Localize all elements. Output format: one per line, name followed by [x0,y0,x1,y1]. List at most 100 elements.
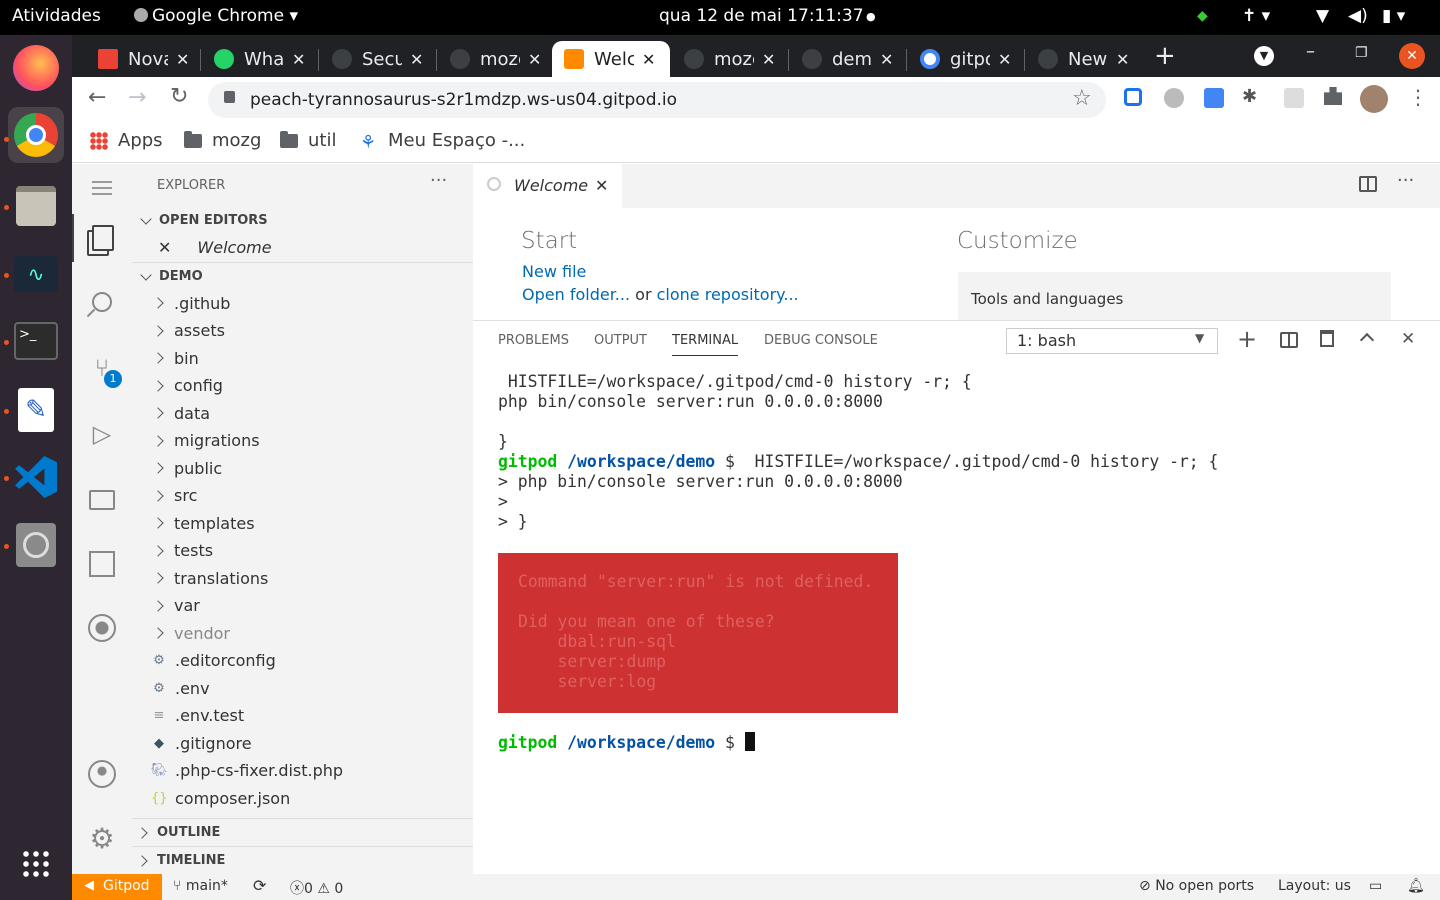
close-window-icon[interactable]: ✕ [1399,43,1425,69]
file-item[interactable]: {} composer.json [132,785,473,812]
menu-icon[interactable] [72,164,132,212]
folder-item[interactable]: data [132,400,473,427]
close-tab-icon[interactable]: ✕ [880,50,893,69]
browser-tab[interactable]: mozg✕ [438,41,554,77]
close-tab-icon[interactable]: ✕ [762,50,775,69]
system-monitor-icon[interactable]: ∿ [8,246,64,302]
github-icon[interactable] [72,604,132,652]
close-tab-icon[interactable]: ✕ [1116,50,1129,69]
terminal-select[interactable]: 1: bash ▼ [1006,328,1218,354]
disc-icon[interactable] [8,517,64,573]
vscode-icon[interactable] [8,449,64,505]
browser-tab[interactable]: mozg✕ [672,41,788,77]
settings-gear-icon[interactable]: ⚙ [72,814,132,862]
open-editor-item[interactable]: ✕ Welcome [132,234,473,261]
demo-folder-header[interactable]: DEMO [132,263,473,290]
bug-icon[interactable]: ✱ [1242,86,1257,107]
maximize-panel-icon[interactable] [1359,332,1375,348]
folder-item[interactable]: templates [132,510,473,537]
bell-icon[interactable]: 🔔︎ [1407,878,1425,894]
gitpod-status-button[interactable]: ◀ Gitpod [72,874,162,900]
text-editor-icon[interactable]: ✎ [8,382,64,438]
file-item[interactable]: ⚙ .editorconfig [132,647,473,674]
browser-tab[interactable]: gitpod✕ [908,41,1024,77]
sync-icon[interactable]: ⟳ [253,876,266,895]
firefox-icon[interactable] [8,40,64,96]
editor-tab-welcome[interactable]: Welcome ✕ [473,164,622,208]
restore-icon[interactable]: ❐ [1355,45,1368,61]
folder-item[interactable]: src [132,482,473,509]
wifi-icon[interactable]: ▼ [1316,6,1329,26]
open-editors-header[interactable]: OPEN EDITORS [132,207,473,234]
close-tab-icon[interactable]: ✕ [176,50,189,69]
close-tab-icon[interactable]: ✕ [292,50,305,69]
folder-item[interactable]: assets [132,317,473,344]
bookmark-folder-util[interactable]: util [280,130,336,151]
split-terminal-icon[interactable] [1280,332,1298,348]
outline-header[interactable]: OUTLINE [132,819,473,846]
chrome-menu-icon[interactable]: ⋮ [1408,85,1428,109]
close-tab-icon[interactable]: ✕ [410,50,423,69]
address-bar[interactable]: peach-tyrannosaurus-s2r1mdzp.ws-us04.git… [208,82,1106,118]
puzzle-icon[interactable] [1324,87,1342,105]
activities-button[interactable]: Atividades [12,6,101,26]
terminal-icon[interactable]: >_ [8,313,64,369]
new-terminal-icon[interactable]: + [1237,325,1257,353]
browser-tab[interactable]: New Tab✕ [1026,41,1142,77]
volume-icon[interactable]: ◀) [1348,6,1368,26]
feedback-icon[interactable]: ▭ [1369,878,1382,894]
bookmark-apps[interactable]: Apps [90,130,163,151]
browser-tab[interactable]: demo✕ [790,41,906,77]
tab-debug-console[interactable]: DEBUG CONSOLE [764,333,878,348]
explorer-icon[interactable] [72,214,132,262]
keyboard-layout[interactable]: Layout: us [1278,878,1351,894]
browser-tab[interactable]: Security✕ [320,41,436,77]
new-tab-icon[interactable]: + [1154,41,1176,71]
star-icon[interactable]: ☆ [1072,86,1092,111]
browser-tab-active[interactable]: Welcome✕ [552,41,670,77]
clone-repository-link[interactable]: clone repository... [657,285,799,304]
forward-icon[interactable]: → [128,85,146,110]
remote-explorer-icon[interactable] [72,476,132,524]
file-item[interactable]: ◆ .gitignore [132,730,473,757]
search-icon[interactable] [72,278,132,326]
close-tab-icon[interactable]: ✕ [528,50,541,69]
google-translate-icon[interactable] [1204,88,1224,108]
profile-avatar[interactable] [1360,85,1388,113]
close-tab-icon[interactable]: ✕ [642,50,655,69]
ports-status[interactable]: ⊘ No open ports [1139,878,1254,894]
run-debug-icon[interactable]: ▷ [72,410,132,458]
url-text[interactable]: peach-tyrannosaurus-s2r1mdzp.ws-us04.git… [250,90,677,110]
tab-terminal[interactable]: TERMINAL [672,333,739,356]
more-actions-icon[interactable]: ··· [1397,170,1414,191]
file-item[interactable]: ⚙ .env [132,675,473,702]
new-file-link[interactable]: New file [522,262,586,281]
folder-item[interactable]: bin [132,345,473,372]
tab-output[interactable]: OUTPUT [594,333,647,348]
split-editor-icon[interactable] [1359,176,1377,192]
tab-problems[interactable]: PROBLEMS [498,333,569,348]
clock[interactable]: qua 12 de mai 17:11:37 [659,6,864,26]
close-panel-icon[interactable]: ✕ [1401,329,1415,349]
chrome-icon[interactable] [8,107,64,163]
folder-item[interactable]: tests [132,537,473,564]
timeline-header[interactable]: TIMELINE [132,847,473,874]
extension-icon[interactable] [1284,88,1304,108]
open-folder-link[interactable]: Open folder... [522,285,630,304]
close-icon[interactable]: ✕ [158,238,171,257]
folder-item[interactable]: vendor [132,620,473,647]
close-tab-icon[interactable]: ✕ [998,50,1011,69]
folder-item[interactable]: config [132,372,473,399]
browser-tab[interactable]: WhatsApp✕ [202,41,318,77]
branch-status[interactable]: ⑂ main* [173,878,228,894]
minimize-icon[interactable]: – [1306,41,1315,62]
close-tab-icon[interactable]: ✕ [595,176,608,195]
folder-item[interactable]: .github [132,290,473,317]
tools-languages-card[interactable]: Tools and languages [958,272,1391,320]
tab-search-icon[interactable]: ▼ [1254,46,1274,66]
file-item[interactable]: 🐘︎ .php-cs-fixer.dist.php [132,757,473,784]
extension-sync-icon[interactable] [1124,88,1142,106]
lock-icon[interactable] [224,91,235,103]
show-apps-icon[interactable] [8,836,64,892]
bookmark-folder-mozg[interactable]: mozg [184,130,261,151]
